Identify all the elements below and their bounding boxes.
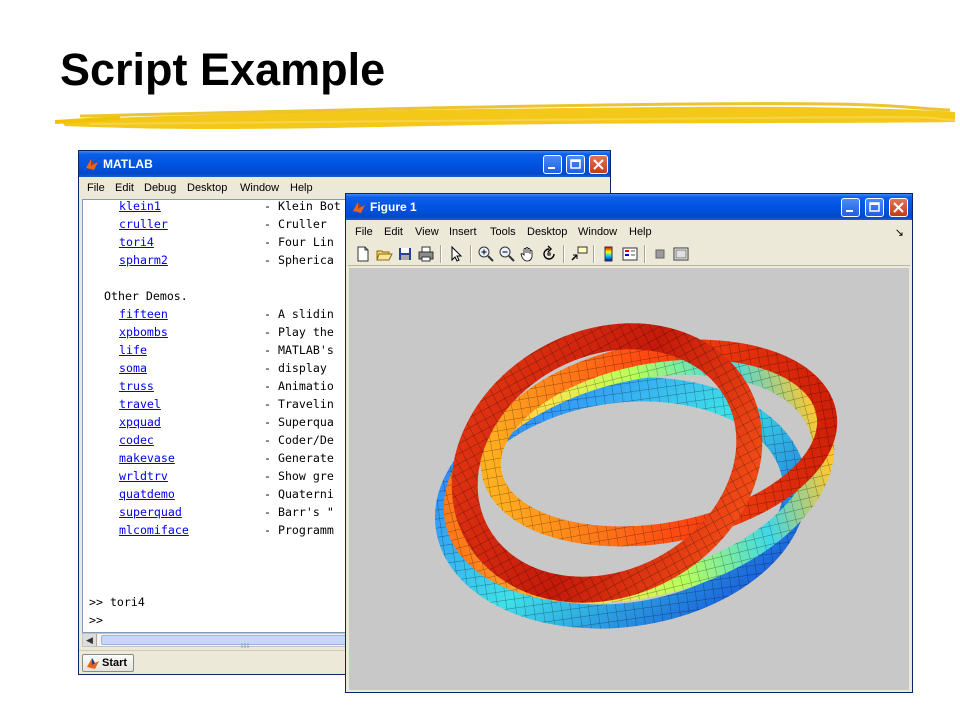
demo-link-xpquad[interactable]: xpquad [119,415,161,429]
scroll-left-arrow-icon[interactable]: ◀ [83,634,97,646]
menu-file[interactable]: File [355,226,373,238]
demo-link-klein1[interactable]: klein1 [119,200,161,213]
demo-desc: - MATLAB's [264,343,334,357]
demo-link-travel[interactable]: travel [119,397,161,411]
figure-window-title: Figure 1 [370,200,417,214]
toolbar-separator [440,245,442,263]
hide-plot-tools-icon[interactable] [651,245,669,263]
demo-desc: - Coder/De [264,433,334,447]
menu-edit[interactable]: Edit [384,226,403,238]
zoom-out-icon[interactable] [498,245,516,263]
zoom-in-icon[interactable] [477,245,495,263]
toolbar-separator [593,245,595,263]
dock-arrow-icon[interactable]: ↘ [895,226,904,239]
open-file-icon[interactable] [375,245,393,263]
maximize-button[interactable] [566,155,585,174]
data-cursor-icon[interactable] [570,245,588,263]
figure-titlebar[interactable]: Figure 1 [346,194,912,220]
demo-desc: - Generate [264,451,334,465]
menu-tools[interactable]: Tools [490,226,516,238]
demo-desc: - Play the [264,325,334,339]
rotate-3d-icon[interactable] [540,245,558,263]
toolbar-separator [563,245,565,263]
menu-insert[interactable]: Insert [449,226,477,238]
demo-desc: - Travelin [264,397,334,411]
title-underline-brushstroke [54,102,956,129]
demo-desc: - Cruller [264,217,327,231]
minimize-button[interactable] [543,155,562,174]
scroll-grip-icon [241,643,249,648]
demo-desc: - Superqua [264,415,334,429]
matlab-titlebar[interactable]: MATLAB [79,151,610,177]
menu-help[interactable]: Help [629,226,652,238]
toolbar-separator [470,245,472,263]
menu-help[interactable]: Help [290,182,313,194]
demo-link-soma[interactable]: soma [119,361,147,375]
tori4-3d-plot[interactable] [349,268,909,690]
demo-link-wrldtrv[interactable]: wrldtrv [119,469,168,483]
start-button[interactable]: Start [82,654,134,672]
demo-link-quatdemo[interactable]: quatdemo [119,487,175,501]
menu-debug[interactable]: Debug [144,182,176,194]
demo-desc: - Klein Bot [264,199,341,213]
demo-desc: - Animatio [264,379,334,393]
start-label: Start [102,657,128,669]
figure-toolbar [348,242,910,266]
demo-link-cruller[interactable]: cruller [119,217,168,231]
demo-link-truss[interactable]: truss [119,379,154,393]
menu-desktop[interactable]: Desktop [527,226,567,238]
demo-link-spharm2[interactable]: spharm2 [119,253,168,267]
slide-title: Script Example [60,44,386,95]
figure-window[interactable]: Figure 1 File Edit View Insert Tools Des… [345,193,913,693]
close-button[interactable] [589,155,608,174]
demo-link-codec[interactable]: codec [119,433,154,447]
demo-link-life[interactable]: life [119,343,147,357]
command-history-line: >> tori4 [89,595,145,609]
print-icon[interactable] [417,245,435,263]
demo-link-superquad[interactable]: superquad [119,505,182,519]
maximize-button[interactable] [865,198,884,217]
show-plot-tools-icon[interactable] [672,245,690,263]
demo-link-makevase[interactable]: makevase [119,451,175,465]
demo-link-mlcomiface[interactable]: mlcomiface [119,523,189,537]
menu-window[interactable]: Window [240,182,279,194]
demo-desc: - display [264,361,327,375]
menu-edit[interactable]: Edit [115,182,134,194]
new-figure-icon[interactable] [354,245,372,263]
colorbar-icon[interactable] [600,245,618,263]
command-prompt[interactable]: >> [89,613,103,627]
demo-desc: - Barr's " [264,505,334,519]
demo-link-xpbombs[interactable]: xpbombs [119,325,168,339]
demo-link-tori4[interactable]: tori4 [119,235,154,249]
figure-axes-area[interactable] [349,268,909,690]
matlab-logo-icon [87,658,99,669]
menu-window[interactable]: Window [578,226,617,238]
demo-desc: - Programm [264,523,334,537]
toolbar-separator [644,245,646,263]
matlab-logo-icon [353,202,365,213]
demo-desc: - Show gre [264,469,334,483]
demo-desc: - Quaterni [264,487,334,501]
edit-plot-icon[interactable] [447,245,465,263]
demo-desc: - A slidin [264,307,334,321]
pan-icon[interactable] [519,245,537,263]
minimize-button[interactable] [841,198,860,217]
menu-desktop[interactable]: Desktop [187,182,227,194]
matlab-window-title: MATLAB [103,157,153,171]
demo-link-fifteen[interactable]: fifteen [119,307,168,321]
save-icon[interactable] [396,245,414,263]
menu-file[interactable]: File [87,182,105,194]
demo-desc: - Spherica [264,253,334,267]
demo-desc: - Four Lin [264,235,334,249]
menu-view[interactable]: View [415,226,439,238]
close-button[interactable] [889,198,908,217]
matlab-logo-icon [86,159,98,170]
scroll-thumb[interactable] [101,635,361,648]
legend-icon[interactable] [621,245,639,263]
section-heading-other-demos: Other Demos. [104,289,188,303]
figure-menubar: File Edit View Insert Tools Desktop Wind… [348,223,910,241]
